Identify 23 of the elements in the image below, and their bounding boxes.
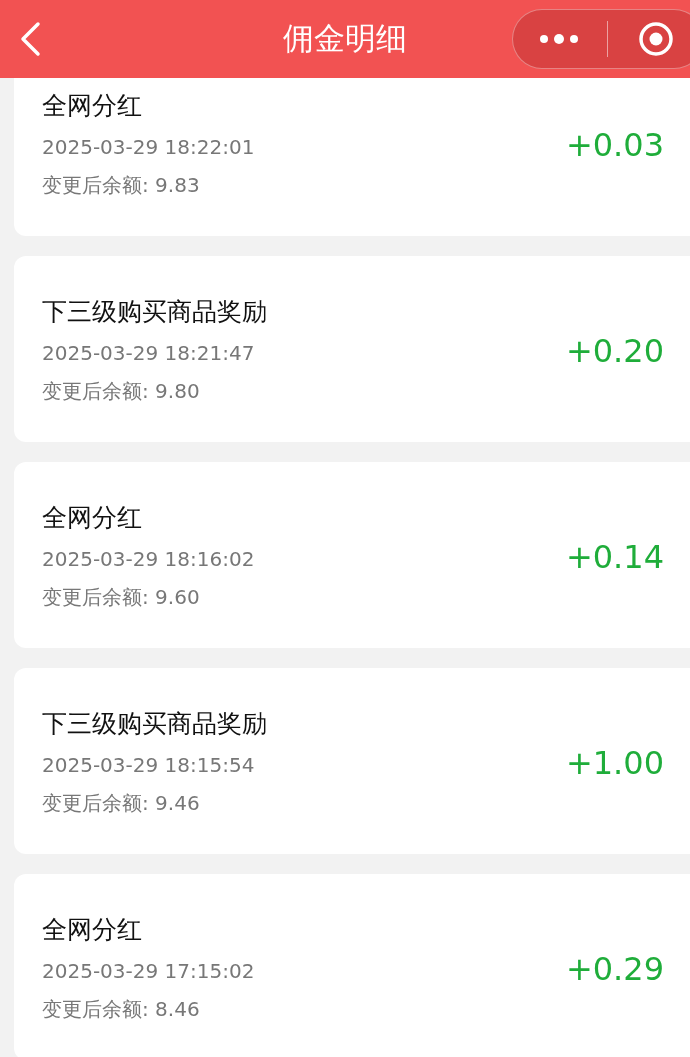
amount-text: +0.29 [565, 950, 664, 988]
record-time: 2025-03-29 17:15:02 [42, 958, 255, 985]
record-time: 2025-03-29 18:15:54 [42, 752, 256, 779]
record-title: 下三级购买商品奖励 [42, 296, 267, 328]
record-title: 全网分红 [42, 90, 143, 122]
balance-text: 变更后余额: 8.46 [42, 996, 201, 1023]
amount-text: +1.00 [565, 744, 664, 782]
record-title: 全网分红 [42, 914, 143, 946]
balance-text: 变更后余额: 9.46 [42, 790, 201, 817]
more-icon[interactable] [539, 33, 579, 45]
record-time: 2025-03-29 18:16:02 [42, 546, 255, 573]
balance-text: 变更后余额: 9.80 [42, 378, 201, 405]
amount-text: +0.20 [565, 332, 664, 370]
record-title: 下三级购买商品奖励 [42, 708, 267, 740]
record-title: 全网分红 [42, 502, 143, 534]
close-icon[interactable] [638, 21, 674, 57]
record-time: 2025-03-29 18:22:01 [42, 134, 255, 161]
amount-text: +0.14 [565, 538, 664, 576]
balance-text: 变更后余额: 9.83 [42, 172, 201, 199]
page-title: 佣金明细 [283, 19, 407, 58]
amount-text: +0.03 [565, 126, 664, 164]
balance-text: 变更后余额: 9.60 [42, 584, 201, 611]
record-time: 2025-03-29 18:21:47 [42, 340, 256, 367]
